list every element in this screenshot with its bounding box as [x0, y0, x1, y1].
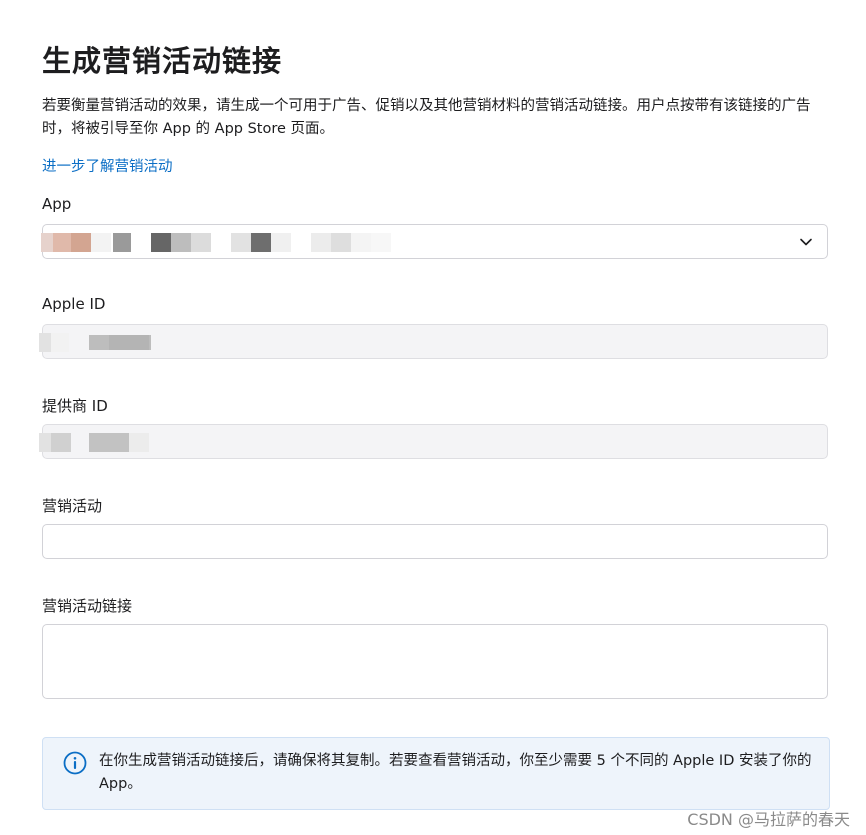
info-icon [63, 751, 87, 775]
campaign-link-label: 营销活动链接 [42, 597, 133, 615]
app-select[interactable] [41, 224, 828, 259]
apple-id-field [39, 324, 828, 359]
info-text: 在你生成营销活动链接后，请确保将其复制。若要查看营销活动，你至少需要 5 个不同… [99, 753, 812, 792]
campaign-link-textarea[interactable] [42, 624, 828, 699]
chevron-down-icon [800, 238, 812, 246]
info-notice: 在你生成营销活动链接后，请确保将其复制。若要查看营销活动，你至少需要 5 个不同… [42, 737, 830, 810]
provider-id-field [39, 424, 828, 459]
provider-id-label: 提供商 ID [42, 397, 108, 415]
learn-more-link[interactable]: 进一步了解营销活动 [42, 155, 173, 176]
redacted-provider-id [39, 433, 169, 452]
apple-id-label: Apple ID [42, 295, 106, 313]
campaign-label: 营销活动 [42, 497, 103, 515]
app-label: App [42, 195, 72, 213]
page-title: 生成营销活动链接 [42, 44, 283, 78]
redacted-app-name [41, 233, 441, 252]
redacted-apple-id [39, 333, 169, 352]
page-description: 若要衡量营销活动的效果，请生成一个可用于广告、促销以及其他营销材料的营销活动链接… [42, 98, 811, 137]
watermark: CSDN @马拉萨的春天 [687, 810, 850, 829]
campaign-input[interactable] [42, 524, 828, 559]
